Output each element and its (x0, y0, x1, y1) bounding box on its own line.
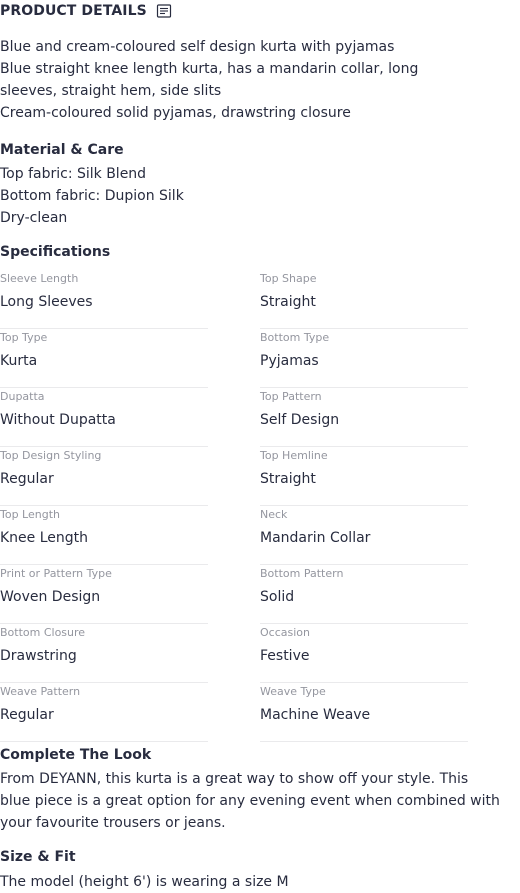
spec-value: Regular (0, 707, 54, 723)
spec-label: Top Shape (260, 272, 317, 285)
spec-value: Self Design (260, 412, 340, 428)
spec-value: Festive (260, 648, 310, 664)
spec-value: Pyjamas (260, 353, 319, 369)
spec-label: Bottom Type (260, 331, 330, 344)
spec-value: Machine Weave (260, 707, 371, 723)
specifications-title: Specifications (0, 244, 111, 260)
spec-item: Bottom Type Pyjamas (260, 329, 468, 388)
spec-value: Drawstring (0, 648, 77, 664)
spec-item: Top Shape Straight (260, 270, 468, 329)
spec-item: Sleeve Length Long Sleeves (0, 270, 208, 329)
spec-item: Top Hemline Straight (260, 447, 468, 506)
spec-item: Weave Type Machine Weave (260, 683, 468, 742)
material-care-list: Top fabric: Silk Blend Bottom fabric: Du… (0, 163, 184, 229)
spec-label: Weave Pattern (0, 685, 81, 698)
spec-value: Knee Length (0, 530, 89, 546)
spec-value: Regular (0, 471, 54, 487)
material-care-title: Material & Care (0, 142, 124, 158)
spec-value: Mandarin Collar (260, 530, 371, 546)
spec-label: Weave Type (260, 685, 326, 698)
material-item: Top fabric: Silk Blend (0, 166, 147, 182)
material-item: Dry-clean (0, 210, 68, 226)
complete-look-line: blue piece is a great option for any eve… (0, 793, 500, 809)
spec-label: Neck (260, 508, 288, 521)
complete-look-line: From DEYANN, this kurta is a great way t… (0, 771, 469, 787)
spec-item: Weave Pattern Regular (0, 683, 208, 742)
spec-item: Dupatta Without Dupatta (0, 388, 208, 447)
page-title: PRODUCT DETAILS (0, 3, 147, 19)
spec-value: Kurta (0, 353, 38, 369)
size-fit-text: The model (height 6') is wearing a size … (0, 874, 289, 890)
spec-label: Print or Pattern Type (0, 567, 112, 580)
spec-item: Print or Pattern Type Woven Design (0, 565, 208, 624)
spec-item: Neck Mandarin Collar (260, 506, 468, 565)
spec-value: Straight (260, 471, 316, 487)
spec-label: Top Design Styling (0, 449, 102, 462)
product-details-header: PRODUCT DETAILS (0, 0, 172, 22)
spec-value: Straight (260, 294, 316, 310)
complete-look-text: From DEYANN, this kurta is a great way t… (0, 768, 500, 834)
spec-value: Woven Design (0, 589, 101, 605)
document-lines-icon (156, 4, 171, 18)
spec-label: Dupatta (0, 390, 45, 403)
description-line: Blue straight knee length kurta, has a m… (0, 61, 419, 77)
spec-value: Long Sleeves (0, 294, 93, 310)
spec-label: Top Length (0, 508, 61, 521)
spec-item: Top Design Styling Regular (0, 447, 208, 506)
spec-item: Bottom Pattern Solid (260, 565, 468, 624)
spec-item: Top Pattern Self Design (260, 388, 468, 447)
spec-item: Top Type Kurta (0, 329, 208, 388)
spec-value: Without Dupatta (0, 412, 116, 428)
spec-label: Sleeve Length (0, 272, 79, 285)
spec-label: Top Pattern (260, 390, 322, 403)
spec-label: Bottom Closure (0, 626, 86, 639)
product-description: Blue and cream-coloured self design kurt… (0, 36, 419, 124)
complete-look-line: your favourite trousers or jeans. (0, 815, 226, 831)
description-line: sleeves, straight hem, side slits (0, 83, 222, 99)
spec-label: Top Hemline (260, 449, 328, 462)
spec-label: Bottom Pattern (260, 567, 344, 580)
spec-value: Solid (260, 589, 295, 605)
description-line: Blue and cream-coloured self design kurt… (0, 39, 395, 55)
spec-item: Bottom Closure Drawstring (0, 624, 208, 683)
spec-label: Top Type (0, 331, 48, 344)
complete-look-title: Complete The Look (0, 747, 152, 763)
spec-item: Top Length Knee Length (0, 506, 208, 565)
size-fit-title: Size & Fit (0, 849, 76, 865)
description-line: Cream-coloured solid pyjamas, drawstring… (0, 105, 351, 121)
spec-item: Occasion Festive (260, 624, 468, 683)
material-item: Bottom fabric: Dupion Silk (0, 188, 184, 204)
spec-label: Occasion (260, 626, 310, 639)
specifications-grid: Sleeve Length Long Sleeves Top Shape Strai… (0, 270, 468, 742)
